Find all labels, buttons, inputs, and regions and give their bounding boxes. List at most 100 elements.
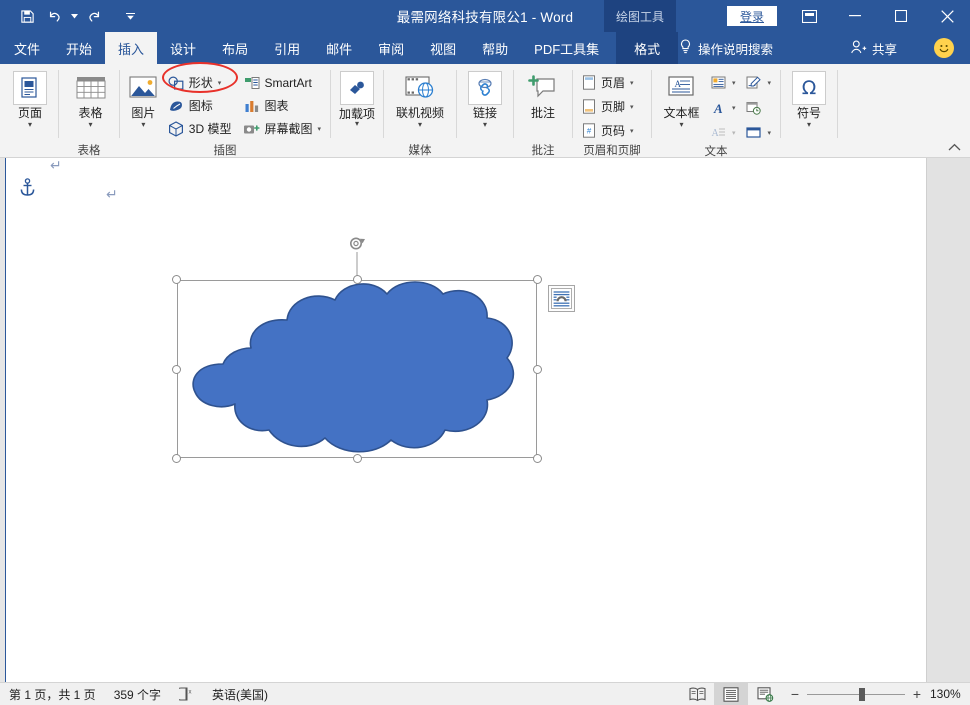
- tab-view[interactable]: 视图: [417, 32, 469, 64]
- zoom-in-button[interactable]: +: [912, 686, 922, 702]
- ribbon-display-options-icon[interactable]: [786, 0, 832, 32]
- zoom-slider[interactable]: [807, 687, 905, 701]
- online-video-button[interactable]: 联机视频 ▾: [390, 69, 450, 129]
- signin-button[interactable]: 登录: [727, 6, 777, 26]
- tab-home[interactable]: 开始: [53, 32, 105, 64]
- header-button[interactable]: 页眉 ▾: [577, 72, 637, 93]
- link-button[interactable]: 链接 ▾: [463, 69, 507, 129]
- zoom-out-button[interactable]: −: [790, 686, 800, 702]
- language-status[interactable]: 英语(美国): [203, 686, 277, 703]
- view-print-layout[interactable]: [714, 683, 748, 705]
- chevron-down-icon[interactable]: ▾: [679, 121, 683, 129]
- chevron-down-icon[interactable]: ▾: [767, 79, 771, 87]
- symbol-button[interactable]: Ω 符号 ▾: [787, 69, 831, 129]
- date-time-button[interactable]: [742, 97, 774, 118]
- tell-me-box[interactable]: 操作说明搜索: [679, 32, 773, 64]
- chevron-down-icon[interactable]: ▾: [807, 121, 811, 129]
- table-button[interactable]: 表格 ▾: [68, 69, 113, 129]
- redo-icon[interactable]: [81, 4, 107, 28]
- screenshot-button[interactable]: 屏幕截图 ▾: [240, 118, 324, 139]
- chevron-down-icon[interactable]: ▾: [732, 129, 736, 137]
- chart-button[interactable]: 图表: [240, 95, 324, 116]
- smiley-icon[interactable]: [934, 38, 954, 58]
- footer-button[interactable]: 页脚 ▾: [577, 96, 637, 117]
- comment-icon: [526, 71, 560, 105]
- tab-references[interactable]: 引用: [261, 32, 313, 64]
- signature-line-button[interactable]: ▾: [742, 72, 774, 93]
- chevron-down-icon[interactable]: ▾: [418, 121, 422, 129]
- dropcap-button[interactable]: A ▾: [707, 122, 739, 143]
- share-button[interactable]: 共享: [851, 32, 897, 64]
- resize-handle-e[interactable]: [533, 364, 542, 374]
- chevron-down-icon[interactable]: ▾: [28, 121, 32, 129]
- paragraph-mark: ↵: [106, 186, 118, 202]
- chevron-down-icon[interactable]: ▾: [218, 79, 222, 87]
- view-read-mode[interactable]: [680, 683, 714, 705]
- ribbon-group-media: 联机视频 ▾ 媒体: [384, 64, 456, 158]
- resize-handle-n[interactable]: [352, 275, 362, 284]
- addins-button[interactable]: 加载项 ▾: [337, 69, 377, 128]
- symbol-label: 符号: [796, 106, 821, 120]
- page-info[interactable]: 第 1 页，共 1 页: [0, 686, 105, 703]
- resize-handle-nw[interactable]: [172, 275, 181, 284]
- tab-layout[interactable]: 布局: [209, 32, 261, 64]
- chevron-down-icon[interactable]: ▾: [317, 125, 321, 133]
- page-number-button[interactable]: # 页码 ▾: [577, 120, 637, 141]
- chevron-up-icon[interactable]: [946, 140, 962, 154]
- 3d-model-button[interactable]: 3D 模型: [165, 118, 235, 139]
- zoom-slider-thumb[interactable]: [859, 687, 865, 701]
- comment-button[interactable]: 批注: [520, 69, 566, 120]
- links-group-label: [457, 142, 513, 158]
- proofing-errors-icon[interactable]: x: [170, 687, 203, 701]
- wordart-button[interactable]: A ▾: [707, 97, 739, 118]
- resize-handle-s[interactable]: [352, 454, 362, 463]
- textbox-button[interactable]: A 文本框 ▾: [658, 69, 705, 129]
- tab-format[interactable]: 格式: [616, 32, 679, 64]
- chevron-down-icon[interactable]: ▾: [630, 79, 634, 87]
- chevron-down-icon[interactable]: ▾: [141, 121, 145, 129]
- maximize-icon[interactable]: [878, 0, 924, 32]
- document-page[interactable]: ↵ ↵: [5, 157, 926, 682]
- zoom-level[interactable]: 130%: [930, 687, 970, 701]
- right-gutter[interactable]: [926, 158, 970, 682]
- chevron-down-icon[interactable]: ▾: [355, 120, 359, 128]
- quick-parts-button[interactable]: ▾: [707, 72, 739, 93]
- rotate-icon[interactable]: [347, 234, 367, 258]
- smartart-button[interactable]: SmartArt: [240, 72, 324, 93]
- pages-button[interactable]: 页面 ▾: [8, 69, 52, 129]
- icons-button[interactable]: 图标: [165, 95, 235, 116]
- tab-file[interactable]: 文件: [0, 32, 53, 64]
- save-icon[interactable]: [14, 4, 40, 28]
- chevron-down-icon[interactable]: ▾: [483, 121, 487, 129]
- chevron-down-icon[interactable]: ▾: [630, 127, 634, 135]
- tab-pdf-tools[interactable]: PDF工具集: [521, 32, 612, 64]
- tab-help[interactable]: 帮助: [469, 32, 521, 64]
- selected-shape-container[interactable]: [172, 237, 575, 463]
- tab-insert[interactable]: 插入: [105, 32, 158, 64]
- chevron-down-icon[interactable]: ▾: [630, 103, 634, 111]
- close-icon[interactable]: [924, 0, 970, 32]
- view-web-layout[interactable]: [748, 683, 782, 705]
- tab-design[interactable]: 设计: [157, 32, 209, 64]
- chevron-down-icon[interactable]: ▾: [88, 121, 92, 129]
- chevron-down-icon[interactable]: ▾: [732, 79, 736, 87]
- tab-mailings[interactable]: 邮件: [313, 32, 365, 64]
- resize-handle-ne[interactable]: [533, 275, 542, 284]
- pictures-button[interactable]: 图片 ▾: [124, 69, 163, 129]
- resize-handle-sw[interactable]: [172, 454, 181, 463]
- wordart-icon: A: [710, 99, 727, 116]
- undo-dropdown-icon[interactable]: [70, 4, 79, 28]
- resize-handle-w[interactable]: [172, 364, 181, 374]
- object-button[interactable]: ▾: [742, 122, 774, 143]
- word-count[interactable]: 359 个字: [105, 686, 170, 703]
- customize-qat-icon[interactable]: [117, 4, 143, 28]
- minimize-icon[interactable]: [832, 0, 878, 32]
- chevron-down-icon[interactable]: ▾: [767, 129, 771, 137]
- undo-icon[interactable]: [42, 4, 68, 28]
- layout-options-button[interactable]: [548, 285, 575, 312]
- resize-handle-se[interactable]: [533, 454, 542, 463]
- chevron-down-icon[interactable]: ▾: [732, 104, 736, 112]
- document-area[interactable]: ↵ ↵: [0, 157, 970, 682]
- tab-review[interactable]: 审阅: [365, 32, 417, 64]
- shapes-button[interactable]: 形状 ▾: [165, 72, 235, 93]
